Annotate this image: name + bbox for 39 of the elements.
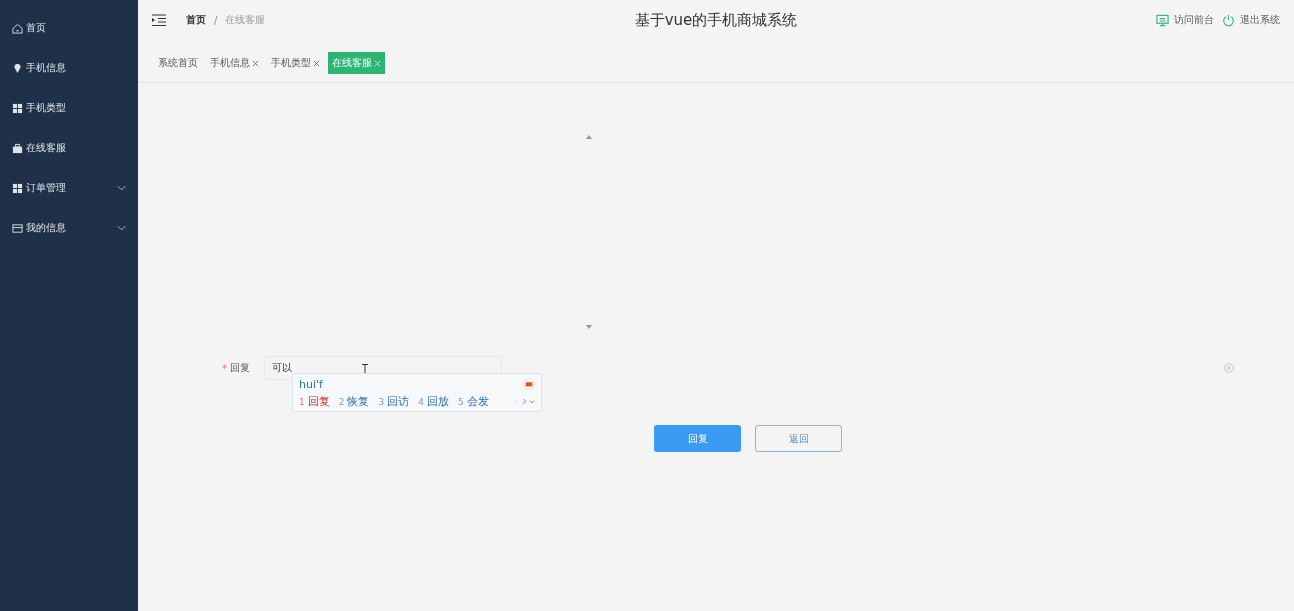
ime-candidate[interactable]: 4 回放 <box>418 393 449 409</box>
scroll-up-icon[interactable] <box>586 135 592 139</box>
grid-icon <box>12 182 23 194</box>
home-icon <box>12 22 23 34</box>
header-link[interactable]: 退出系统 <box>1222 13 1280 27</box>
ime-logo-icon <box>523 378 535 390</box>
clear-icon[interactable] <box>1224 363 1234 373</box>
sidebar-item[interactable]: 我的信息 <box>0 208 138 248</box>
ime-nav-icon[interactable] <box>515 397 535 405</box>
breadcrumb-item[interactable]: 首页 <box>186 13 206 27</box>
card-icon <box>12 222 23 234</box>
pin-icon <box>12 62 23 74</box>
sidebar-item[interactable]: 手机信息 <box>0 48 138 88</box>
form-label: 回复 <box>230 361 251 375</box>
grid-icon <box>12 102 23 114</box>
menu-fold-icon[interactable] <box>152 14 166 26</box>
ime-candidate[interactable]: 5 会发 <box>457 393 489 409</box>
ime-composition: hui'f <box>299 377 323 391</box>
ime-candidate[interactable]: 2 恢复 <box>338 393 370 409</box>
breadcrumb-item: 在线客服 <box>225 13 266 27</box>
scroll-down-icon[interactable] <box>586 325 592 329</box>
tab[interactable]: 手机类型 <box>267 52 324 74</box>
app-title: 基于vue的手机商城系统 <box>634 11 798 30</box>
required-mark: * <box>222 362 227 374</box>
ime-candidate[interactable]: 3 回访 <box>378 393 410 409</box>
close-icon[interactable] <box>313 59 320 67</box>
close-icon[interactable] <box>252 59 259 67</box>
ime-candidate[interactable]: 1 回复 <box>299 393 330 409</box>
sidebar-item[interactable]: 订单管理 <box>0 168 138 208</box>
tab[interactable]: 系统首页 <box>154 52 202 74</box>
sidebar-item[interactable]: 在线客服 <box>0 128 138 168</box>
breadcrumb-separator: / <box>214 14 218 26</box>
sidebar-item[interactable]: 首页 <box>0 8 138 48</box>
sidebar-item[interactable]: 手机类型 <box>0 88 138 128</box>
tab[interactable]: 手机信息 <box>206 52 263 74</box>
briefcase-icon <box>12 142 23 154</box>
monitor-icon <box>1156 13 1169 27</box>
header-link[interactable]: 访问前台 <box>1156 13 1214 27</box>
power-icon <box>1222 13 1235 27</box>
